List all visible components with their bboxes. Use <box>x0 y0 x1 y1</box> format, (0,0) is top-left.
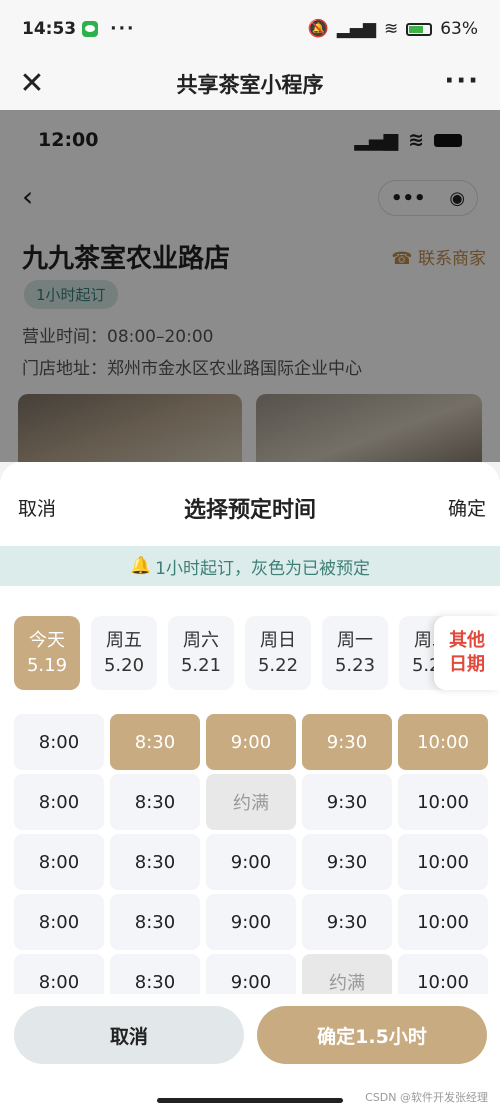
sheet-confirm-button[interactable]: 确定 <box>448 494 486 521</box>
time-slot[interactable]: 8:00 <box>14 714 104 770</box>
time-slot[interactable]: 9:30 <box>302 834 392 890</box>
date-tab-date: 5.19 <box>26 655 68 676</box>
notice-text: 1小时起订，灰色为已被预定 <box>155 558 370 579</box>
wechat-icon <box>82 21 99 37</box>
booking-notice: 🔔 1小时起订，灰色为已被预定 <box>0 546 500 586</box>
date-tab-weekday: 周六 <box>183 630 219 651</box>
time-slot[interactable]: 8:00 <box>14 774 104 830</box>
date-tab-weekday: 周一 <box>337 630 373 651</box>
status-bar: 14:53 ··· 🔕 ▂▄▆ ≋ 63% <box>0 0 500 58</box>
watermark: CSDN @软件开发张经理 <box>365 1091 488 1104</box>
battery-icon <box>406 22 433 36</box>
time-slot[interactable]: 9:30 <box>302 774 392 830</box>
time-slot[interactable]: 8:30 <box>110 774 200 830</box>
home-indicator <box>157 1098 343 1103</box>
date-tab[interactable]: 周六 5.21 <box>168 616 234 690</box>
time-slot[interactable]: 8:00 <box>14 894 104 950</box>
date-tab[interactable]: 周日 5.22 <box>245 616 311 690</box>
status-time: 14:53 <box>22 19 77 39</box>
time-slot[interactable]: 9:30 <box>302 894 392 950</box>
sheet-title: 选择预定时间 <box>183 498 316 523</box>
signal-icon: ▂▄▆ <box>336 19 376 39</box>
status-indicators: 🔕 ▂▄▆ ≋ 63% <box>308 19 478 39</box>
time-slot[interactable]: 10:00 <box>398 714 488 770</box>
app-title: 共享茶室小程序 <box>176 73 324 97</box>
time-slot[interactable]: 8:30 <box>110 894 200 950</box>
date-tab-date: 5.21 <box>180 655 222 676</box>
app-navbar: ✕ 共享茶室小程序 ··· <box>0 58 500 110</box>
time-slot[interactable]: 9:00 <box>206 714 296 770</box>
other-dates-label-2: 日期 <box>449 654 485 675</box>
other-dates-label-1: 其他 <box>449 630 485 651</box>
battery-percent: 63% <box>440 19 478 39</box>
time-slot[interactable]: 10:00 <box>398 774 488 830</box>
date-tab-date: 5.20 <box>103 655 145 676</box>
more-icon[interactable]: ··· <box>444 66 480 96</box>
date-tab[interactable]: 今天 5.19 <box>14 616 80 690</box>
date-tab[interactable]: 周一 5.23 <box>322 616 388 690</box>
other-dates-button[interactable]: 其他 日期 <box>434 616 500 690</box>
time-slot-booked: 约满 <box>206 774 296 830</box>
close-icon[interactable]: ✕ <box>16 68 48 100</box>
date-tab[interactable]: 周五 5.20 <box>91 616 157 690</box>
sheet-footer: 取消 确定1.5小时 CSDN @软件开发张经理 <box>0 994 500 1111</box>
confirm-duration-button[interactable]: 确定1.5小时 <box>257 1006 487 1064</box>
date-tab-weekday: 周日 <box>260 630 296 651</box>
time-slot[interactable]: 9:00 <box>206 834 296 890</box>
wifi-icon: ≋ <box>383 19 399 39</box>
date-tab-date: 5.22 <box>257 655 299 676</box>
time-picker-sheet: 取消 选择预定时间 确定 🔔 1小时起订，灰色为已被预定 今天 5.19 周五 5.2… <box>0 462 500 1111</box>
date-tab-weekday: 今天 <box>29 630 65 651</box>
time-slot[interactable]: 9:00 <box>206 894 296 950</box>
time-slot-grid: 8:00 8:30 9:00 9:30 10:00 8:00 8:30 约满 9:30 10:00… <box>14 714 490 1010</box>
time-slot[interactable]: 9:30 <box>302 714 392 770</box>
modal-overlay[interactable] <box>0 110 500 462</box>
time-slot[interactable]: 8:30 <box>110 714 200 770</box>
cancel-button[interactable]: 取消 <box>14 1006 244 1064</box>
mute-icon: 🔕 <box>307 19 329 39</box>
time-slot[interactable]: 10:00 <box>398 834 488 890</box>
time-slot[interactable]: 8:30 <box>110 834 200 890</box>
mini-program-preview: 12:00 ▂▄▆ ≋ ‹ ••• ◉ 九九茶室农业路店 ☎ 联系商家 1小时起… <box>0 110 500 462</box>
date-tab-date: 5.23 <box>334 655 376 676</box>
time-slot[interactable]: 8:00 <box>14 834 104 890</box>
date-tab-weekday: 周五 <box>106 630 142 651</box>
time-slot[interactable]: 10:00 <box>398 894 488 950</box>
bell-icon: 🔔 <box>130 556 152 576</box>
date-tabs: 今天 5.19 周五 5.20 周六 5.21 周日 5.22 周一 5.23 周二 5.24 <box>14 616 500 692</box>
status-more-icon: ··· <box>110 19 136 39</box>
sheet-header: 取消 选择预定时间 确定 <box>0 462 500 546</box>
